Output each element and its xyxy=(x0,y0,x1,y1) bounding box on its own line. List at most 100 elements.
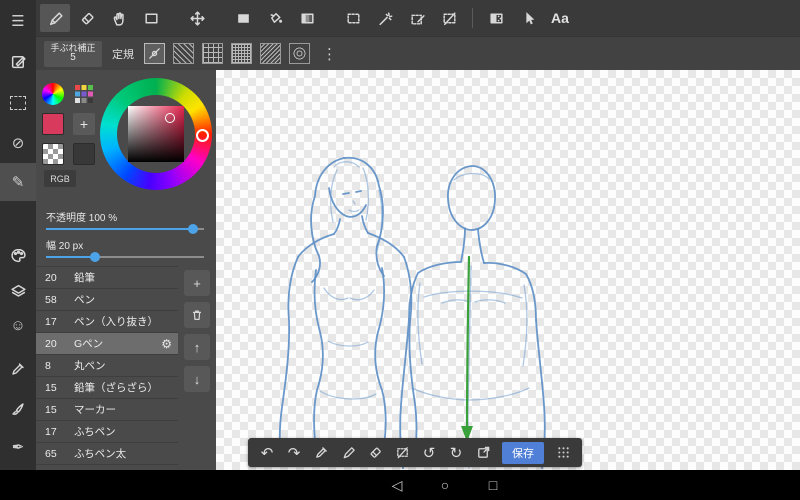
brush-size: 8 xyxy=(45,359,51,372)
quick-action-bar: ↶ ↷ ↺ ↻ 保存 xyxy=(248,438,582,467)
brush-up-button[interactable]: ↑ xyxy=(184,334,210,360)
undo-button[interactable]: ↶ xyxy=(254,441,280,465)
move-tool-button[interactable] xyxy=(182,4,212,32)
brush-name: 丸ペン xyxy=(74,360,106,372)
eraser-button[interactable] xyxy=(362,441,388,465)
deselect-icon[interactable]: ⊘ xyxy=(0,126,36,160)
material-icon[interactable]: ☺ xyxy=(0,308,36,342)
hue-cursor[interactable] xyxy=(196,129,209,142)
menu-icon[interactable]: ☰ xyxy=(0,4,36,38)
ruler-label: 定規 xyxy=(112,48,134,61)
shape-tool-button[interactable] xyxy=(136,4,166,32)
brush-name: ふちペン xyxy=(74,426,116,438)
brush-icon[interactable] xyxy=(0,392,36,426)
bucket-tool-button[interactable] xyxy=(260,4,290,32)
top-toolbar: Aa xyxy=(36,0,800,36)
brush-item[interactable]: 17 ふちペン xyxy=(36,421,178,443)
brush-size: 17 xyxy=(45,315,57,328)
brush-size: 20 xyxy=(45,337,57,350)
brush-color-panel: + RGB 不透明度 100 % 幅 20 px 20 鉛筆 58 ペン 17 … xyxy=(36,70,216,470)
brush-item[interactable]: 20 Gペン ⚙ xyxy=(36,333,178,355)
rgb-mode-button[interactable]: RGB xyxy=(44,170,76,187)
brush-item[interactable]: 65 ふちペン太 xyxy=(36,443,178,465)
brush-size: 65 xyxy=(45,447,57,460)
add-color-button[interactable]: + xyxy=(73,113,95,135)
opacity-slider-fill xyxy=(46,228,193,230)
width-slider-knob[interactable] xyxy=(89,252,100,262)
width-label: 幅 20 px xyxy=(46,241,84,252)
ruler-parallel-button[interactable] xyxy=(173,43,194,64)
ruler-grid-button[interactable] xyxy=(202,43,223,64)
width-slider-fill xyxy=(46,256,95,258)
draw-tool-icon[interactable]: ✎ xyxy=(0,163,36,201)
brush-item[interactable]: 17 ペン（入り抜き） xyxy=(36,311,178,333)
eyedropper-icon[interactable] xyxy=(0,352,36,386)
paint-app: ☰ ⊘ ✎ ☺ ✒ Aa 手ぶれ補正 5 定規 ⋮ + RGB 不透明度 100… xyxy=(0,0,800,500)
delete-brush-button[interactable] xyxy=(184,302,210,328)
transparent-color-swatch[interactable] xyxy=(42,143,64,165)
deselect-button[interactable] xyxy=(389,441,415,465)
cursor-tool-button[interactable] xyxy=(513,4,543,32)
fill-rect-tool-button[interactable] xyxy=(228,4,258,32)
secondary-color-swatch[interactable] xyxy=(73,143,95,165)
ruler-off-button[interactable] xyxy=(144,43,165,64)
color-set-tab-icon[interactable] xyxy=(73,83,95,105)
opacity-slider[interactable] xyxy=(46,223,204,235)
select-icon[interactable] xyxy=(0,86,36,120)
select-rect-tool-button[interactable] xyxy=(338,4,368,32)
save-button[interactable]: 保存 xyxy=(502,441,544,464)
select-pen-tool-button[interactable] xyxy=(402,4,432,32)
android-nav-bar: ◁ ○ □ xyxy=(0,470,800,500)
text-tool-button[interactable]: Aa xyxy=(545,4,575,32)
color-wheel-tab-icon[interactable] xyxy=(42,83,64,105)
sv-square[interactable] xyxy=(128,106,184,162)
brush-settings-gear-icon[interactable]: ⚙ xyxy=(161,337,172,351)
sv-cursor[interactable] xyxy=(165,113,175,123)
brush-item[interactable]: 58 ペン xyxy=(36,289,178,311)
brush-name: ペン（入り抜き） xyxy=(74,316,158,328)
ruler-circle-button[interactable] xyxy=(289,43,310,64)
brush-item[interactable]: 8 丸ペン xyxy=(36,355,178,377)
text-tool-label: Aa xyxy=(551,10,569,26)
eraser-tool-button[interactable] xyxy=(72,4,102,32)
brush-down-button[interactable]: ↓ xyxy=(184,366,210,392)
stabilizer-button[interactable]: 手ぶれ補正 5 xyxy=(44,40,102,67)
add-brush-button[interactable]: + xyxy=(184,270,210,296)
brush-name: ふちペン太 xyxy=(74,448,127,460)
color-wheel[interactable] xyxy=(100,78,212,190)
new-edit-icon[interactable] xyxy=(0,44,36,78)
rotate-ccw-button[interactable]: ↺ xyxy=(416,441,442,465)
gradient-tool-button[interactable] xyxy=(292,4,322,32)
halftone-tool-button[interactable] xyxy=(481,4,511,32)
brush-size: 58 xyxy=(45,293,57,306)
pen-button[interactable] xyxy=(335,441,361,465)
back-button[interactable]: ◁ xyxy=(389,477,405,494)
recents-button[interactable]: □ xyxy=(485,477,501,494)
ruler-dense-grid-button[interactable] xyxy=(231,43,252,64)
current-color-swatch[interactable] xyxy=(42,113,64,135)
export-button[interactable] xyxy=(470,441,496,465)
brush-item[interactable]: 15 マーカー xyxy=(36,399,178,421)
brush-item[interactable]: 15 鉛筆（ざらざら） xyxy=(36,377,178,399)
brush-size: 17 xyxy=(45,425,57,438)
drawing-canvas[interactable]: ↶ ↷ ↺ ↻ 保存 xyxy=(216,70,800,470)
redo-button[interactable]: ↷ xyxy=(281,441,307,465)
hand-tool-button[interactable] xyxy=(104,4,134,32)
ruler-hatch-button[interactable] xyxy=(260,43,281,64)
magic-wand-tool-button[interactable] xyxy=(370,4,400,32)
layers-icon[interactable] xyxy=(0,274,36,308)
brush-item[interactable]: 20 鉛筆 xyxy=(36,267,178,289)
rotate-cw-button[interactable]: ↻ xyxy=(443,441,469,465)
brush-size: 20 xyxy=(45,271,57,284)
pen-icon[interactable]: ✒ xyxy=(0,430,36,464)
eyedropper-button[interactable] xyxy=(308,441,334,465)
palette-icon[interactable] xyxy=(0,238,36,272)
opacity-slider-knob[interactable] xyxy=(187,224,198,234)
overflow-menu-icon[interactable]: ⋮ xyxy=(318,45,341,63)
pencil-tool-button[interactable] xyxy=(40,4,70,32)
drag-handle-icon[interactable] xyxy=(550,441,576,465)
select-clear-tool-button[interactable] xyxy=(434,4,464,32)
home-button[interactable]: ○ xyxy=(437,477,453,494)
width-slider[interactable] xyxy=(46,251,204,263)
sub-toolbar: 手ぶれ補正 5 定規 ⋮ xyxy=(36,36,800,70)
